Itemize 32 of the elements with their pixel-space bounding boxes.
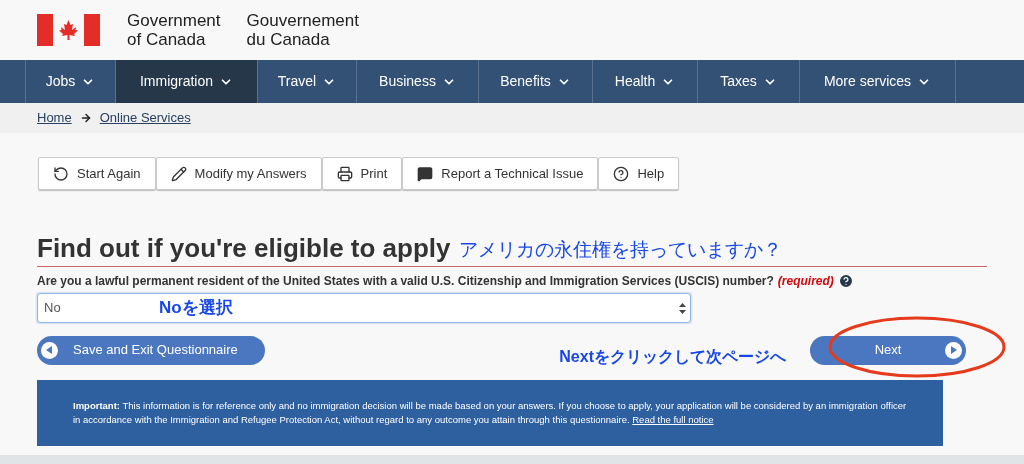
select-arrows-icon [679, 302, 686, 314]
government-name: Gouvernement du Canada [246, 11, 359, 49]
breadcrumb-link[interactable]: Home [37, 108, 72, 128]
comment-icon [417, 165, 434, 182]
save-exit-button[interactable]: Save and Exit Questionnaire [37, 335, 265, 365]
annotation-text: アメリカの永住権を持っていますか？ [458, 238, 782, 262]
answer-select[interactable]: No Noを選択 [37, 293, 691, 323]
next-button[interactable]: Next [810, 335, 966, 365]
arrow-right-icon [79, 112, 92, 124]
toolbar-button[interactable]: Print [321, 157, 403, 190]
page-heading: Find out if you're eligible to apply [37, 234, 451, 262]
government-name: Government of Canada [127, 11, 221, 49]
breadcrumb-link[interactable]: Online Services [99, 108, 191, 128]
toolbar-button[interactable]: Modify my Answers [155, 157, 322, 190]
nav-menu-item[interactable]: Immigration [115, 60, 257, 103]
notice-text: Important: This information is for reference only and no immigration decision will be made based on your answers. If you choose to apply, your application will be considered by an immigration officer in accordance with the Immigration and Refugee Protection Act, without regard to any outcome you attain through this questionnaire. Read the full notice [73, 399, 907, 427]
toolbar-button[interactable]: Start Again [38, 157, 156, 190]
flag-icon [37, 14, 100, 46]
toolbar-button[interactable]: Report a Technical Issue [402, 157, 599, 190]
annotation-text: Nextをクリックして次ページへ [559, 347, 786, 367]
required-label: (required) [777, 273, 834, 290]
help-icon[interactable] [837, 273, 854, 289]
notice-link[interactable]: Read the full notice [632, 414, 714, 425]
help-icon [613, 165, 630, 182]
question-label: Are you a lawful permanent resident of the United States with a valid U.S. Citizenship and Immigration Services (USCIS) number? [37, 273, 774, 290]
pencil-icon [170, 165, 187, 182]
play-icon [945, 341, 962, 359]
printer-icon [336, 165, 353, 182]
toolbar-button[interactable]: Help [598, 157, 680, 190]
restart-icon [53, 165, 69, 182]
annotation-text: Noを選択 [159, 297, 233, 320]
play-left-icon [41, 341, 58, 359]
